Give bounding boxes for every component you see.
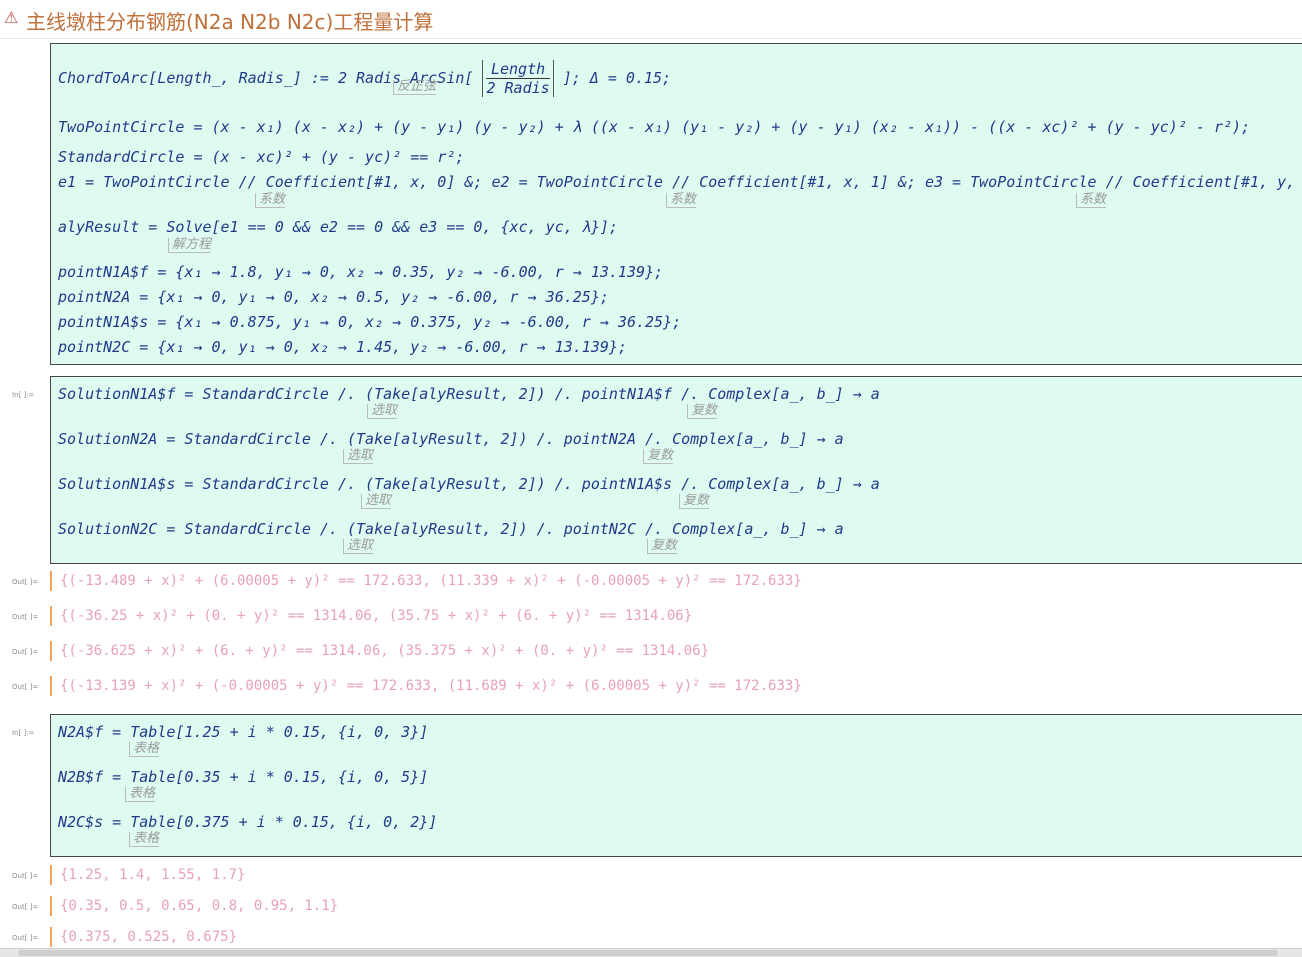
hint-table-2: 表格 (125, 787, 156, 802)
code-line-chordtoarc[interactable]: ChordToArc[Length_, Radis_] := 2 Radis A… (58, 60, 671, 97)
hint-complex-3: 复数 (679, 494, 710, 509)
hint-arcsin: 反正弦 (393, 80, 437, 95)
code-line-solution-n1a-f[interactable]: SolutionN1A$f = StandardCircle /. (Take[… (58, 385, 880, 403)
code-line-n2b-f[interactable]: N2B$f = Table[0.35 + i * 0.15, {i, 0, 5}… (58, 768, 428, 786)
hint-solve: 解方程 (168, 238, 212, 253)
output-label: Out[ ]= (12, 872, 39, 880)
output-label: Out[ ]= (12, 934, 39, 942)
hint-take-1: 选取 (367, 404, 398, 419)
hint-take-2: 选取 (343, 449, 374, 464)
input-label: In[ ]:= (12, 729, 35, 737)
scrollbar-thumb[interactable] (18, 950, 1278, 956)
hint-table-1: 表格 (129, 742, 160, 757)
code-line-n2c-s[interactable]: N2C$s = Table[0.375 + i * 0.15, {i, 0, 2… (58, 813, 437, 831)
input-cell-definitions[interactable]: ChordToArc[Length_, Radis_] := 2 Radis A… (50, 43, 1302, 365)
code-line-n2a-f[interactable]: N2A$f = Table[1.25 + i * 0.15, {i, 0, 3}… (58, 723, 428, 741)
output-cell[interactable]: {1.25, 1.4, 1.55, 1.7} (50, 865, 245, 885)
code-line-solution-n1a-s[interactable]: SolutionN1A$s = StandardCircle /. (Take[… (58, 475, 880, 493)
code-line-standardcircle[interactable]: StandardCircle = (x - xc)² + (y - yc)² =… (58, 148, 464, 166)
code-line-solution-n2c[interactable]: SolutionN2C = StandardCircle /. (Take[al… (58, 520, 844, 538)
notebook-title-bar: ⚠ 主线墩柱分布钢筋(N2a N2b N2c)工程量计算 (0, 0, 1302, 39)
output-label: Out[ ]= (12, 613, 39, 621)
input-cell-tables[interactable]: N2A$f = Table[1.25 + i * 0.15, {i, 0, 3}… (50, 714, 1302, 857)
notebook-title[interactable]: 主线墩柱分布钢筋(N2a N2b N2c)工程量计算 (26, 6, 433, 35)
code-line-point-n1a-f[interactable]: pointN1A$f = {x₁ → 1.8, y₁ → 0, x₂ → 0.3… (58, 263, 663, 281)
code-line-solution-n2a[interactable]: SolutionN2A = StandardCircle /. (Take[al… (58, 430, 844, 448)
hint-complex-2: 复数 (643, 449, 674, 464)
section-marker-icon: ⚠ (4, 8, 19, 27)
output-label: Out[ ]= (12, 578, 39, 586)
code-line-twopointcircle[interactable]: TwoPointCircle = (x - x₁) (x - x₂) + (y … (58, 118, 1250, 136)
output-cell[interactable]: {(-13.139 + x)² + (-0.00005 + y)² == 172… (50, 676, 802, 696)
output-cell[interactable]: {(-36.625 + x)² + (6. + y)² == 1314.06, … (50, 641, 709, 661)
hint-take-4: 选取 (343, 539, 374, 554)
output-label: Out[ ]= (12, 683, 39, 691)
hint-complex-1: 复数 (687, 404, 718, 419)
output-label: Out[ ]= (12, 648, 39, 656)
output-cell[interactable]: {0.35, 0.5, 0.65, 0.8, 0.95, 1.1} (50, 896, 338, 916)
fraction: Length 2 Radis (482, 60, 554, 97)
hint-coefficient-2: 系数 (666, 193, 697, 208)
output-cell[interactable]: {(-36.25 + x)² + (0. + y)² == 1314.06, (… (50, 606, 692, 626)
hint-complex-4: 复数 (647, 539, 678, 554)
output-label: Out[ ]= (12, 903, 39, 911)
code-line-coefficients[interactable]: e1 = TwoPointCircle // Coefficient[#1, x… (58, 173, 1302, 191)
code-line-point-n1a-s[interactable]: pointN1A$s = {x₁ → 0.875, y₁ → 0, x₂ → 0… (58, 313, 681, 331)
code-line-point-n2c[interactable]: pointN2C = {x₁ → 0, y₁ → 0, x₂ → 1.45, y… (58, 338, 627, 356)
output-cell[interactable]: {(-13.489 + x)² + (6.00005 + y)² == 172.… (50, 571, 802, 591)
code-line-point-n2a[interactable]: pointN2A = {x₁ → 0, y₁ → 0, x₂ → 0.5, y₂… (58, 288, 609, 306)
hint-coefficient-1: 系数 (255, 193, 286, 208)
input-label: In[ ]:= (12, 391, 35, 399)
hint-coefficient-3: 系数 (1076, 193, 1107, 208)
hint-table-3: 表格 (129, 832, 160, 847)
hint-take-3: 选取 (361, 494, 392, 509)
input-cell-solutions[interactable]: SolutionN1A$f = StandardCircle /. (Take[… (50, 376, 1302, 564)
output-cell[interactable]: {0.375, 0.525, 0.675} (50, 927, 237, 947)
code-line-solve[interactable]: alyResult = Solve[e1 == 0 && e2 == 0 && … (58, 218, 618, 236)
